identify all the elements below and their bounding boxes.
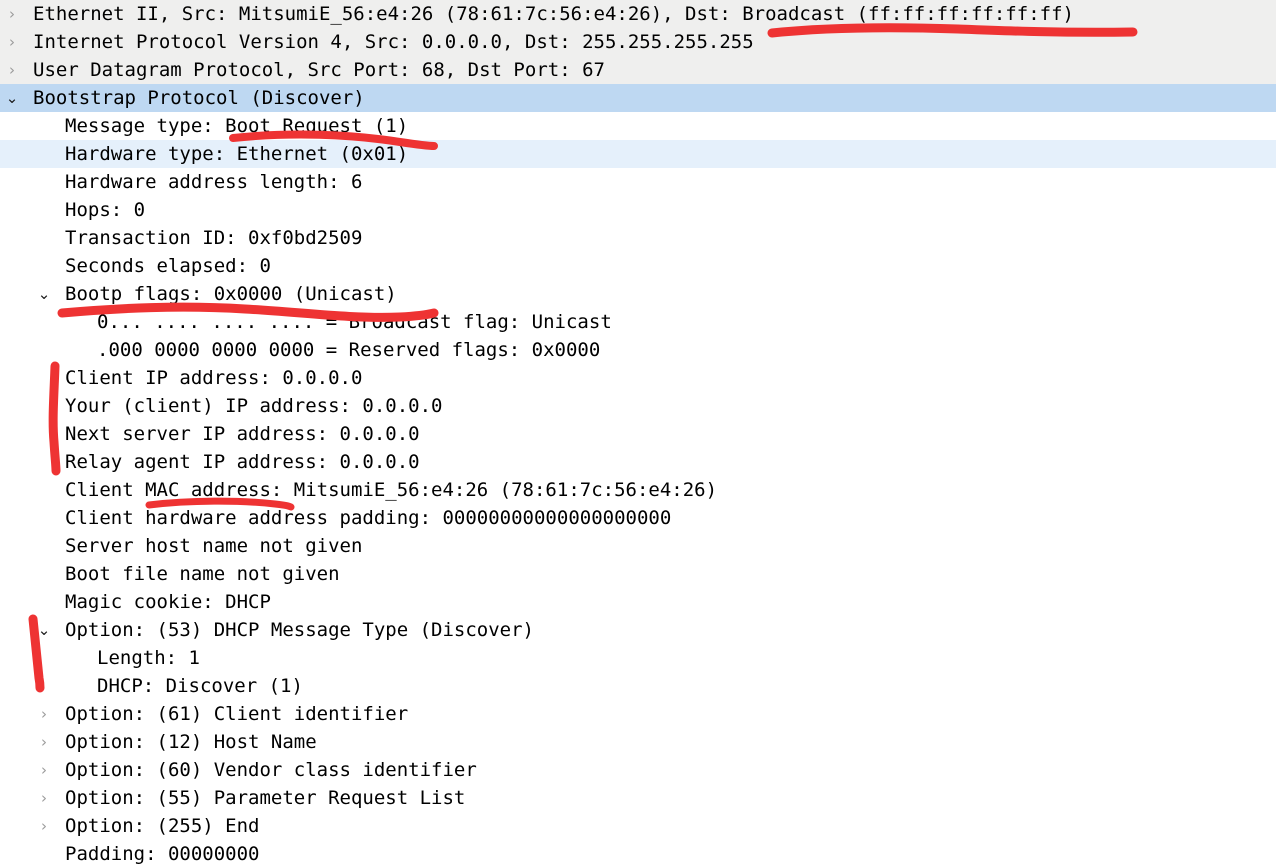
protocol-tree-row[interactable]: Length: 1 <box>0 644 1276 672</box>
protocol-tree-row-label: Option: (60) Vendor class identifier <box>65 759 477 781</box>
protocol-tree-row-label: Option: (61) Client identifier <box>65 703 409 725</box>
protocol-tree-row[interactable]: › Option: (12) Host Name <box>0 728 1276 756</box>
protocol-tree-row[interactable]: › Internet Protocol Version 4, Src: 0.0.0… <box>0 28 1276 56</box>
protocol-tree-row-label: Option: (55) Parameter Request List <box>65 787 466 809</box>
protocol-tree-row-label: 0... .... .... .... = Broadcast flag: Un… <box>97 311 612 333</box>
protocol-tree-row-label: Bootstrap Protocol (Discover) <box>33 87 365 109</box>
chevron-down-icon[interactable]: ⌄ <box>1 84 23 112</box>
protocol-tree-row-label: Transaction ID: 0xf0bd2509 <box>65 227 363 249</box>
protocol-tree-row[interactable]: .000 0000 0000 0000 = Reserved flags: 0x… <box>0 336 1276 364</box>
protocol-tree-row[interactable]: Seconds elapsed: 0 <box>0 252 1276 280</box>
protocol-tree-row-label: Hardware type: Ethernet (0x01) <box>65 143 409 165</box>
protocol-tree-row[interactable]: Hardware address length: 6 <box>0 168 1276 196</box>
protocol-tree-row[interactable]: DHCP: Discover (1) <box>0 672 1276 700</box>
protocol-tree-row[interactable]: Boot file name not given <box>0 560 1276 588</box>
chevron-right-icon[interactable]: › <box>1 0 23 28</box>
chevron-down-icon[interactable]: ⌄ <box>33 280 55 308</box>
protocol-tree-row[interactable]: ⌄ Option: (53) DHCP Message Type (Discove… <box>0 616 1276 644</box>
chevron-right-icon[interactable]: › <box>33 728 55 756</box>
protocol-tree-row-label: Magic cookie: DHCP <box>65 591 271 613</box>
protocol-tree-row-label: Bootp flags: 0x0000 (Unicast) <box>65 283 397 305</box>
protocol-tree-row-label: Next server IP address: 0.0.0.0 <box>65 423 420 445</box>
protocol-tree-row[interactable]: › Option: (60) Vendor class identifier <box>0 756 1276 784</box>
protocol-tree-row-label: Your (client) IP address: 0.0.0.0 <box>65 395 443 417</box>
protocol-tree-row[interactable]: › Option: (55) Parameter Request List <box>0 784 1276 812</box>
protocol-tree-row[interactable]: › Ethernet II, Src: MitsumiE_56:e4:26 (78… <box>0 0 1276 28</box>
chevron-right-icon[interactable]: › <box>33 784 55 812</box>
protocol-tree-row[interactable]: › Option: (61) Client identifier <box>0 700 1276 728</box>
protocol-tree-row[interactable]: 0... .... .... .... = Broadcast flag: Un… <box>0 308 1276 336</box>
protocol-tree-row[interactable]: Transaction ID: 0xf0bd2509 <box>0 224 1276 252</box>
protocol-tree-row-label: Message type: Boot Request (1) <box>65 115 409 137</box>
protocol-tree-row-label: Hops: 0 <box>65 199 146 221</box>
protocol-tree-row-label: Option: (53) DHCP Message Type (Discover… <box>65 619 534 641</box>
protocol-tree-row[interactable]: Hops: 0 <box>0 196 1276 224</box>
protocol-tree-row[interactable]: Client MAC address: MitsumiE_56:e4:26 (7… <box>0 476 1276 504</box>
protocol-tree-row[interactable]: Next server IP address: 0.0.0.0 <box>0 420 1276 448</box>
protocol-tree-row[interactable]: › User Datagram Protocol, Src Port: 68, D… <box>0 56 1276 84</box>
chevron-right-icon[interactable]: › <box>1 28 23 56</box>
protocol-tree-row[interactable]: ⌄ Bootstrap Protocol (Discover) <box>0 84 1276 112</box>
protocol-tree-row[interactable]: Hardware type: Ethernet (0x01) <box>0 140 1276 168</box>
protocol-tree-row-label: DHCP: Discover (1) <box>97 675 303 697</box>
protocol-tree-row-label: Client MAC address: MitsumiE_56:e4:26 (7… <box>65 479 718 501</box>
protocol-tree[interactable]: › Ethernet II, Src: MitsumiE_56:e4:26 (78… <box>0 0 1276 868</box>
protocol-tree-row-label: Option: (255) End <box>65 815 260 837</box>
chevron-right-icon[interactable]: › <box>33 812 55 840</box>
protocol-tree-row-label: Option: (12) Host Name <box>65 731 317 753</box>
protocol-tree-row[interactable]: Client hardware address padding: 0000000… <box>0 504 1276 532</box>
protocol-tree-row[interactable]: › Option: (255) End <box>0 812 1276 840</box>
protocol-tree-row-label: Client IP address: 0.0.0.0 <box>65 367 363 389</box>
protocol-tree-row[interactable]: Relay agent IP address: 0.0.0.0 <box>0 448 1276 476</box>
protocol-tree-row-label: Ethernet II, Src: MitsumiE_56:e4:26 (78:… <box>33 3 1074 25</box>
protocol-tree-row-label: Server host name not given <box>65 535 363 557</box>
protocol-tree-row-label: Length: 1 <box>97 647 200 669</box>
protocol-tree-row[interactable]: Your (client) IP address: 0.0.0.0 <box>0 392 1276 420</box>
protocol-tree-row[interactable]: ⌄ Bootp flags: 0x0000 (Unicast) <box>0 280 1276 308</box>
protocol-tree-row-label: Relay agent IP address: 0.0.0.0 <box>65 451 420 473</box>
packet-details-pane[interactable]: › Ethernet II, Src: MitsumiE_56:e4:26 (78… <box>0 0 1276 868</box>
protocol-tree-row-label: Seconds elapsed: 0 <box>65 255 271 277</box>
protocol-tree-row[interactable]: Magic cookie: DHCP <box>0 588 1276 616</box>
chevron-down-icon[interactable]: ⌄ <box>33 616 55 644</box>
protocol-tree-row-label: Hardware address length: 6 <box>65 171 363 193</box>
protocol-tree-row[interactable]: Client IP address: 0.0.0.0 <box>0 364 1276 392</box>
protocol-tree-row-label: User Datagram Protocol, Src Port: 68, Ds… <box>33 59 605 81</box>
protocol-tree-row[interactable]: Message type: Boot Request (1) <box>0 112 1276 140</box>
chevron-right-icon[interactable]: › <box>1 56 23 84</box>
chevron-right-icon[interactable]: › <box>33 756 55 784</box>
protocol-tree-row-label: Client hardware address padding: 0000000… <box>65 507 672 529</box>
protocol-tree-row[interactable]: Server host name not given <box>0 532 1276 560</box>
protocol-tree-row-label: .000 0000 0000 0000 = Reserved flags: 0x… <box>97 339 601 361</box>
chevron-right-icon[interactable]: › <box>33 700 55 728</box>
protocol-tree-row-label: Internet Protocol Version 4, Src: 0.0.0.… <box>33 31 754 53</box>
protocol-tree-row-label: Boot file name not given <box>65 563 340 585</box>
